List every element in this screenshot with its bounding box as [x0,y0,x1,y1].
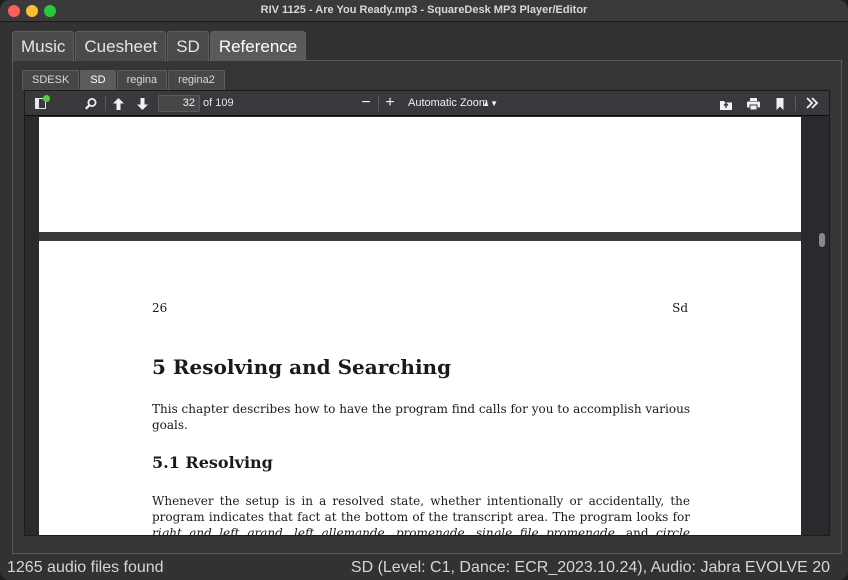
section-heading: 5 Resolving and Searching [152,355,452,379]
previous-page [39,117,801,232]
sidebar-toggle-button[interactable] [33,95,50,112]
open-file-icon [720,101,732,110]
zoom-in-button[interactable]: + [382,95,398,112]
tab-music[interactable]: Music [12,31,75,61]
next-page-icon [136,98,148,110]
tools-icon [806,97,819,109]
paragraph: Whenever the setup is in a resolved stat… [152,493,690,536]
toolbar-separator [795,96,796,111]
find-button[interactable] [83,95,99,112]
paragraph-emphasis: single file promenade [475,526,615,536]
page-separator [39,232,801,241]
pdf-toolbar: 32 of 109 − + Automatic Zoom ▲▼ [25,91,829,116]
reference-tab-bar: SDESK SD regina regina2 [22,70,226,90]
vertical-scrollbar[interactable] [817,117,829,535]
subtab-sd[interactable]: SD [80,70,116,90]
notification-dot [43,95,50,102]
tab-sd[interactable]: SD [167,31,209,61]
print-button[interactable] [745,95,761,112]
bookmark-button[interactable] [773,95,787,112]
sidebar-toggle-icon-bar [35,98,39,109]
page-header-number: 26 [152,301,168,315]
document-area[interactable]: 26 Sd 5 Resolving and Searching This cha… [25,117,829,536]
tab-cuesheet[interactable]: Cuesheet [75,31,167,61]
search-icon [85,98,97,110]
status-bar: 1265 audio files found SD (Level: C1, Da… [0,556,848,580]
subtab-sdesk[interactable]: SDESK [22,70,80,90]
current-page: 26 Sd 5 Resolving and Searching This cha… [39,241,801,536]
paragraph-text: , [384,526,396,536]
previous-page-button[interactable] [110,95,126,112]
paragraph-text: , [282,526,295,536]
page-number-input[interactable]: 32 [158,95,200,112]
paragraph: This chapter describes how to have the p… [152,402,690,432]
chevron-up-down-icon: ▲▼ [482,99,498,108]
toolbar-separator [378,96,379,111]
pdf-viewer: 32 of 109 − + Automatic Zoom ▲▼ 26 Sd 5 … [24,90,830,536]
next-page-button[interactable] [134,95,150,112]
paragraph-emphasis: right and left grand [152,526,283,536]
page-header-title: Sd [672,301,688,315]
zoom-select-value: Automatic Zoom [408,97,489,109]
paragraph-text: , and [614,526,657,536]
toolbar-separator [105,96,106,111]
title-bar: RIV 1125 - Are You Ready.mp3 - SquareDes… [0,0,848,22]
page-count-label: of 109 [203,97,234,109]
bookmark-icon [776,98,784,110]
tools-button[interactable] [803,95,821,112]
zoom-select[interactable]: Automatic Zoom ▲▼ [405,95,500,112]
subsection-heading: 5.1 Resolving [152,453,273,472]
zoom-out-button[interactable]: − [358,95,374,112]
paragraph-emphasis: promenade [395,526,465,536]
main-tab-bar: Music Cuesheet SD Reference [12,31,307,61]
subtab-regina2[interactable]: regina2 [168,70,225,90]
tab-reference[interactable]: Reference [209,31,307,61]
window-title: RIV 1125 - Are You Ready.mp3 - SquareDes… [260,4,588,16]
paragraph-text: , [464,526,476,536]
sd-status: SD (Level: C1, Dance: ECR_2023.10.24), A… [350,559,830,576]
open-file-button[interactable] [718,95,734,112]
scrollbar-thumb[interactable] [819,233,825,247]
print-icon [746,98,760,111]
previous-page-icon [112,98,124,110]
audio-file-count: 1265 audio files found [7,559,164,576]
subtab-regina[interactable]: regina [116,70,168,90]
paragraph-emphasis: left allemande [294,526,385,536]
paragraph-text: Whenever the setup is in a resolved stat… [152,494,690,524]
app-window: RIV 1125 - Are You Ready.mp3 - SquareDes… [0,0,848,580]
